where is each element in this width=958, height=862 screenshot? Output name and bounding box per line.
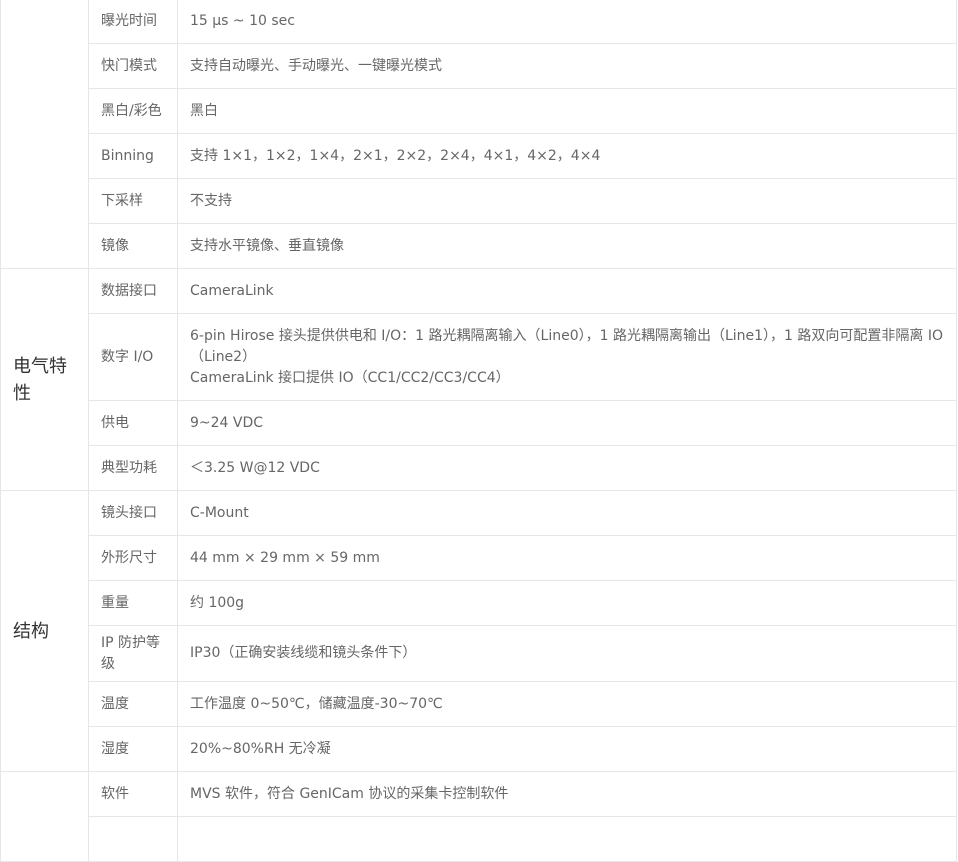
table-row: 数字 I/O 6-pin Hirose 接头提供供电和 I/O：1 路光耦隔离输… — [1, 313, 957, 401]
row-value: 9~24 VDC — [177, 400, 957, 446]
row-label: 外形尺寸 — [88, 535, 178, 581]
row-label: 软件 — [88, 771, 178, 817]
row-label: 曝光时间 — [88, 0, 178, 44]
row-value: 6-pin Hirose 接头提供供电和 I/O：1 路光耦隔离输入（Line0… — [177, 313, 957, 401]
row-value: 支持水平镜像、垂直镜像 — [177, 223, 957, 269]
row-value: CameraLink — [177, 268, 957, 314]
table-row: 外形尺寸 44 mm × 29 mm × 59 mm — [1, 535, 957, 581]
row-value: 约 100g — [177, 580, 957, 626]
row-label: 下采样 — [88, 178, 178, 224]
row-value: MVS 软件，符合 GenICam 协议的采集卡控制软件 — [177, 771, 957, 817]
table-row: 湿度 20%~80%RH 无冷凝 — [1, 726, 957, 772]
row-label: 镜像 — [88, 223, 178, 269]
table-row: Binning 支持 1×1，1×2，1×4，2×1，2×2，2×4，4×1，4… — [1, 133, 957, 179]
table-row: 温度 工作温度 0~50℃，储藏温度-30~70℃ — [1, 681, 957, 727]
table-row: 镜像 支持水平镜像、垂直镜像 — [1, 223, 957, 269]
group-cell-structure: 结构 — [0, 490, 89, 772]
group-cell-electrical: 电气特性 — [0, 268, 89, 491]
spec-table: 曝光时间 15 μs ~ 10 sec 快门模式 支持自动曝光、手动曝光、一键曝… — [0, 0, 957, 862]
row-value-line: 6-pin Hirose 接头提供供电和 I/O：1 路光耦隔离输入（Line0… — [190, 327, 943, 365]
row-value: 44 mm × 29 mm × 59 mm — [177, 535, 957, 581]
row-label — [88, 816, 178, 862]
row-value: IP30（正确安装线缆和镜头条件下） — [177, 625, 957, 682]
table-row: 快门模式 支持自动曝光、手动曝光、一键曝光模式 — [1, 43, 957, 89]
row-label: 数字 I/O — [88, 313, 178, 401]
table-row: 供电 9~24 VDC — [1, 400, 957, 446]
row-label: 湿度 — [88, 726, 178, 772]
row-value: 15 μs ~ 10 sec — [177, 0, 957, 44]
row-value: 支持 1×1，1×2，1×4，2×1，2×2，2×4，4×1，4×2，4×4 — [177, 133, 957, 179]
table-row: 黑白/彩色 黑白 — [1, 88, 957, 134]
row-label: 温度 — [88, 681, 178, 727]
row-value — [177, 816, 957, 862]
row-label: 镜头接口 — [88, 490, 178, 536]
table-row: IP 防护等级 IP30（正确安装线缆和镜头条件下） — [1, 625, 957, 682]
row-label: 黑白/彩色 — [88, 88, 178, 134]
row-label: 典型功耗 — [88, 445, 178, 491]
row-label: IP 防护等级 — [88, 625, 178, 682]
row-value: 黑白 — [177, 88, 957, 134]
row-value: 不支持 — [177, 178, 957, 224]
row-value: 工作温度 0~50℃，储藏温度-30~70℃ — [177, 681, 957, 727]
group-cell-top — [0, 0, 89, 269]
table-row: 曝光时间 15 μs ~ 10 sec — [1, 0, 957, 44]
table-row: 结构 镜头接口 C-Mount — [0, 490, 957, 772]
row-label: 重量 — [88, 580, 178, 626]
row-value: 20%~80%RH 无冷凝 — [177, 726, 957, 772]
row-label: 快门模式 — [88, 43, 178, 89]
table-row: 下采样 不支持 — [1, 178, 957, 224]
row-label: 供电 — [88, 400, 178, 446]
table-row: 典型功耗 ＜3.25 W@12 VDC — [1, 445, 957, 491]
row-label: 数据接口 — [88, 268, 178, 314]
row-value: 支持自动曝光、手动曝光、一键曝光模式 — [177, 43, 957, 89]
table-row: 电气特性 数据接口 CameraLink — [0, 268, 957, 491]
row-value: ＜3.25 W@12 VDC — [177, 445, 957, 491]
group-cell-bottom — [0, 771, 89, 862]
table-row — [1, 816, 957, 862]
row-value: C-Mount — [177, 490, 957, 536]
row-value-line: CameraLink 接口提供 IO（CC1/CC2/CC3/CC4） — [190, 369, 510, 386]
table-row: 软件 MVS 软件，符合 GenICam 协议的采集卡控制软件 — [0, 771, 957, 862]
table-row: 重量 约 100g — [1, 580, 957, 626]
row-label: Binning — [88, 133, 178, 179]
